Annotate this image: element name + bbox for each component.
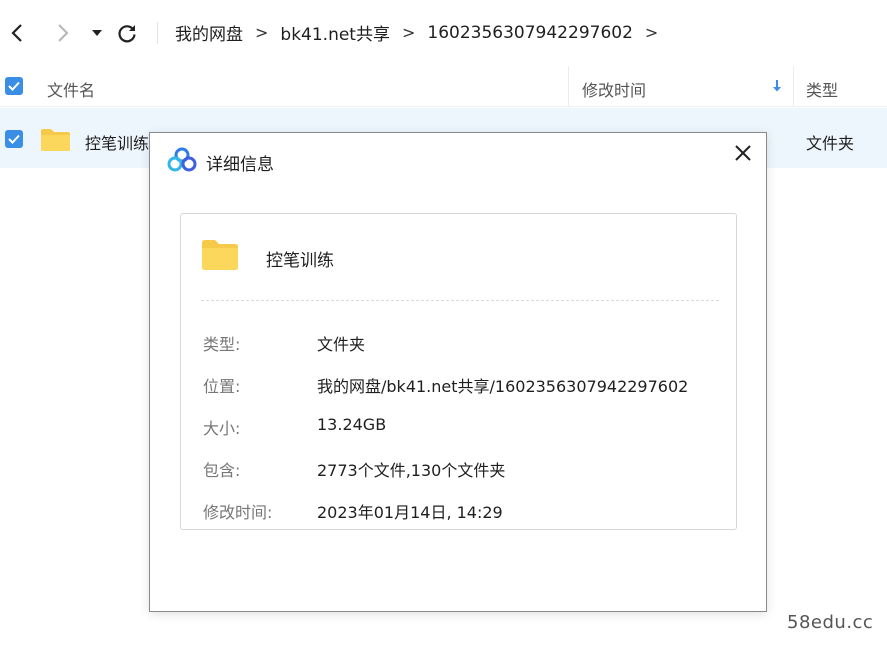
folder-icon: [202, 240, 238, 270]
breadcrumb-item-root[interactable]: 我的网盘: [175, 20, 243, 45]
column-header-modified[interactable]: 修改时间: [582, 77, 646, 101]
toolbar-divider: [157, 22, 158, 44]
item-name: 控笔训练: [266, 251, 334, 271]
breadcrumb: 我的网盘 > bk41.net共享 > 1602356307942297602 …: [175, 20, 670, 46]
details-dialog: 详细信息 控笔训练 类型: 文件夹 位置: 我的网盘/bk41.net共享/16…: [149, 132, 767, 612]
checkmark-icon: [8, 81, 20, 91]
close-button[interactable]: [728, 138, 758, 168]
refresh-icon: [118, 25, 136, 43]
cloud-logo-icon: [167, 147, 197, 172]
info-label: 位置:: [203, 377, 241, 396]
file-name[interactable]: 控笔训练: [85, 130, 149, 154]
breadcrumb-item-share[interactable]: bk41.net共享: [280, 20, 390, 45]
forward-button[interactable]: [48, 18, 78, 48]
info-value: 13.24GB: [317, 415, 387, 434]
watermark: 58edu.cc: [787, 612, 874, 633]
info-value: 文件夹: [317, 335, 366, 354]
info-value: 我的网盘/bk41.net共享/1602356307942297602: [317, 377, 689, 396]
column-header-name[interactable]: 文件名: [47, 77, 95, 101]
refresh-button[interactable]: [112, 18, 142, 48]
file-list-header: 文件名 修改时间 类型: [0, 66, 887, 107]
column-divider[interactable]: [793, 66, 794, 106]
arrow-down-icon[interactable]: [771, 79, 783, 93]
breadcrumb-item-folder[interactable]: 1602356307942297602: [427, 23, 633, 43]
row-checkbox[interactable]: [5, 130, 23, 148]
dialog-title: 详细信息: [206, 155, 274, 175]
toolbar: 我的网盘 > bk41.net共享 > 1602356307942297602 …: [0, 0, 887, 66]
select-all-checkbox[interactable]: [5, 77, 23, 95]
column-divider[interactable]: [568, 66, 569, 106]
info-value: 2773个文件,130个文件夹: [317, 461, 506, 480]
breadcrumb-separator[interactable]: >: [645, 23, 658, 42]
info-label: 大小:: [203, 419, 241, 438]
checkmark-icon: [8, 134, 20, 144]
close-icon: [735, 145, 751, 161]
chevron-left-icon: [11, 24, 22, 42]
history-dropdown-button[interactable]: [82, 18, 112, 48]
chevron-right-icon: [58, 24, 69, 42]
caret-down-icon: [92, 30, 102, 36]
info-label: 类型:: [203, 335, 241, 354]
file-type: 文件夹: [806, 134, 855, 153]
breadcrumb-separator: >: [401, 23, 416, 42]
info-label: 包含:: [203, 461, 241, 480]
folder-icon: [41, 129, 70, 151]
breadcrumb-separator: >: [255, 23, 269, 42]
details-card: 控笔训练 类型: 文件夹 位置: 我的网盘/bk41.net共享/1602356…: [180, 213, 737, 530]
info-value: 2023年01月14日, 14:29: [317, 503, 503, 522]
back-button[interactable]: [2, 18, 32, 48]
info-label: 修改时间:: [203, 503, 273, 522]
divider: [201, 300, 719, 301]
column-header-type[interactable]: 类型: [806, 77, 838, 101]
